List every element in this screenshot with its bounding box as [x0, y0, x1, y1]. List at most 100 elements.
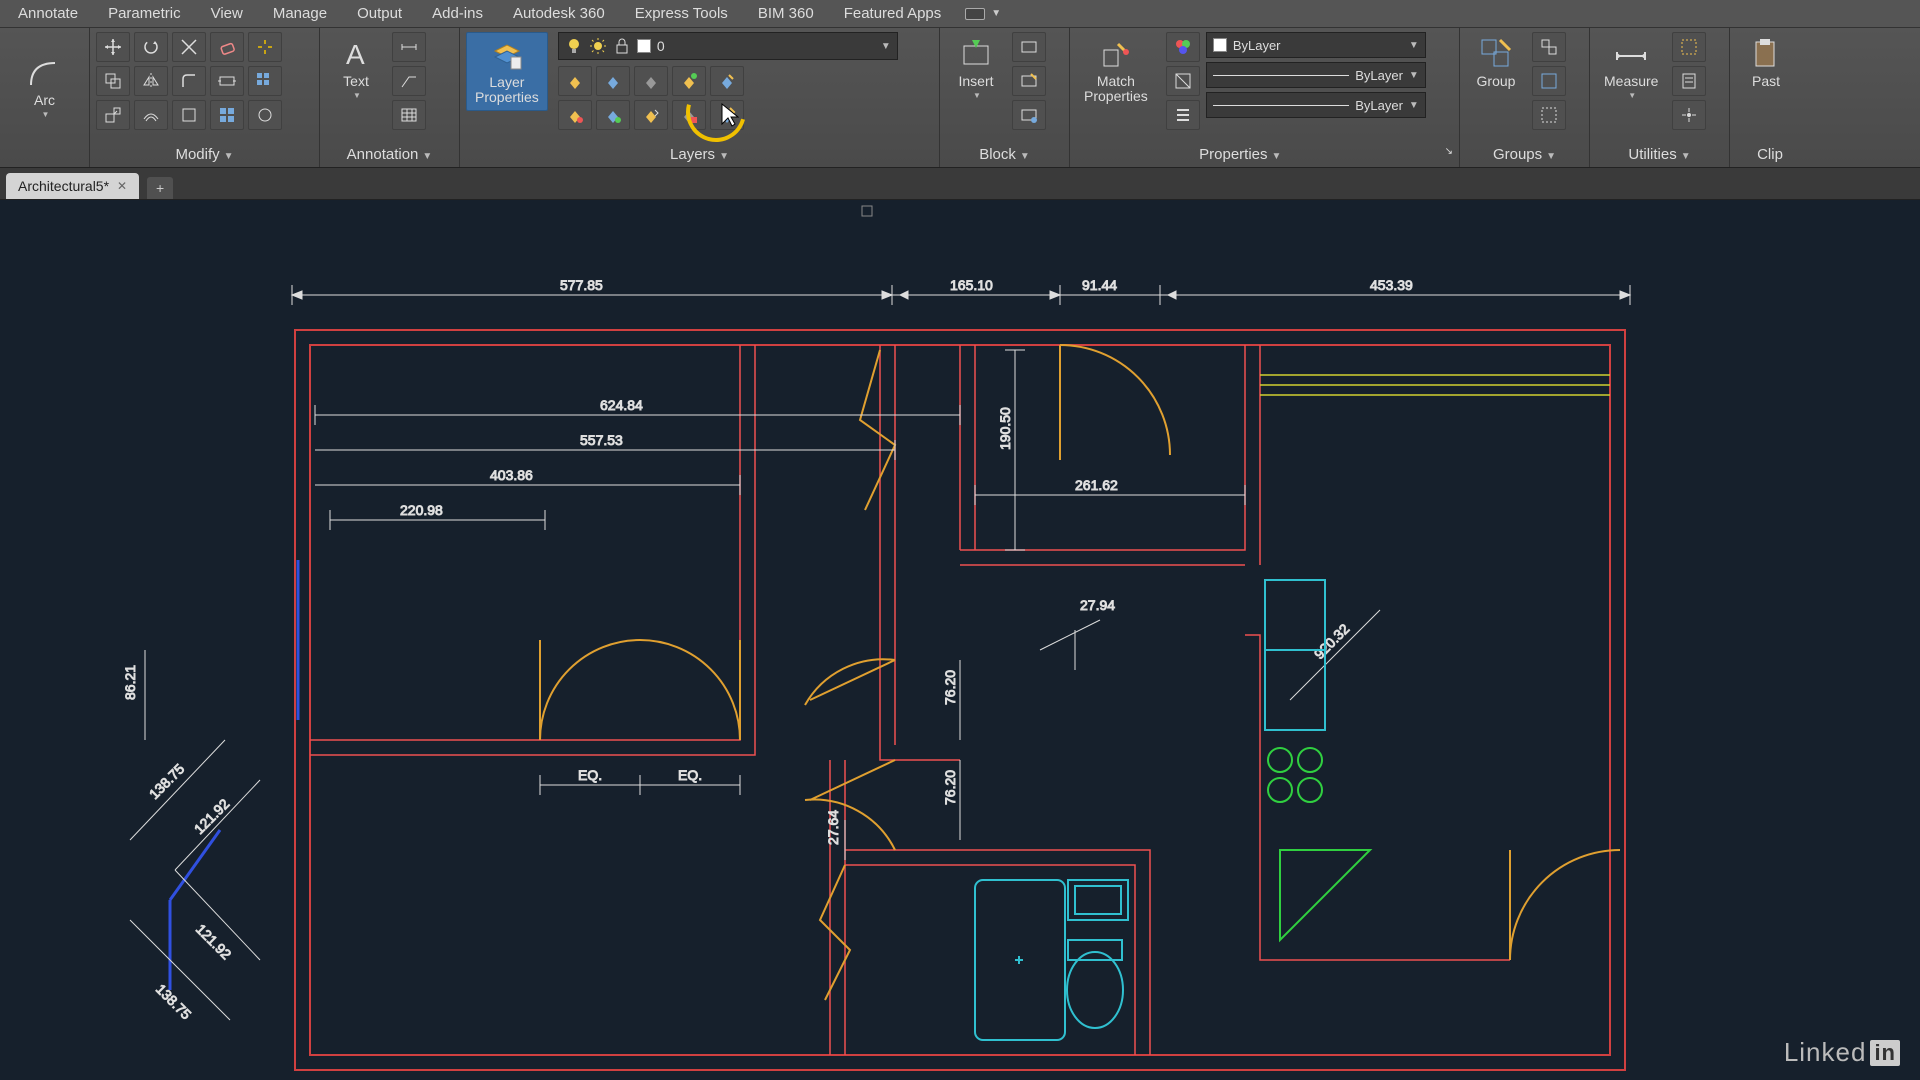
panel-block-title[interactable]: Block▼ — [946, 142, 1063, 167]
dimension-button[interactable] — [392, 32, 426, 62]
color-dropdown[interactable]: ByLayer ▼ — [1206, 32, 1426, 58]
watermark-suffix: in — [1870, 1040, 1900, 1066]
match-properties-button[interactable]: Match Properties — [1076, 32, 1156, 109]
panel-layers-title[interactable]: Layers▼ — [466, 142, 933, 167]
menu-manage[interactable]: Manage — [259, 1, 341, 26]
layer-freeze-button[interactable] — [596, 66, 630, 96]
erase-button[interactable] — [210, 32, 244, 62]
lightbulb-icon — [565, 37, 583, 55]
transparency-button[interactable] — [1166, 66, 1200, 96]
caret-icon: ▼ — [1272, 151, 1282, 162]
layer-match-button[interactable] — [710, 66, 744, 96]
menu-annotate[interactable]: Annotate — [4, 1, 92, 26]
svg-text:EQ.: EQ. — [578, 767, 602, 783]
group-button[interactable]: Group — [1466, 32, 1526, 93]
play-icon[interactable] — [965, 8, 985, 20]
trim-button[interactable] — [172, 32, 206, 62]
modify-more2[interactable] — [210, 100, 244, 130]
layer-tools — [558, 66, 898, 130]
rotate-button[interactable] — [134, 32, 168, 62]
layer-isolate-button[interactable] — [558, 100, 592, 130]
insert-button[interactable]: Insert ▼ — [946, 32, 1006, 104]
panel-clipboard-title[interactable]: Clip — [1736, 142, 1804, 167]
group-icon — [1478, 36, 1514, 72]
panel-groups-title[interactable]: Groups▼ — [1466, 142, 1583, 167]
svg-text:91.44: 91.44 — [1082, 277, 1117, 293]
list-button[interactable] — [1166, 100, 1200, 130]
modify-tools — [96, 32, 282, 130]
menu-express-tools[interactable]: Express Tools — [621, 1, 742, 26]
panel-utilities-title[interactable]: Utilities▼ — [1596, 142, 1723, 167]
group-label: Group — [1477, 74, 1516, 89]
color-picker-button[interactable] — [1166, 32, 1200, 62]
move-button[interactable] — [96, 32, 130, 62]
layer-off-button[interactable] — [558, 66, 592, 96]
layer-make-current-button[interactable] — [672, 66, 706, 96]
offset-button[interactable] — [134, 100, 168, 130]
panel-clipboard: Past Clip — [1730, 28, 1810, 167]
drawing-canvas[interactable]: 577.85 165.10 91.44 453.39 — [0, 200, 1920, 1080]
layer-properties-icon — [489, 37, 525, 73]
menu-view[interactable]: View — [197, 1, 257, 26]
layer-change-button[interactable] — [710, 100, 744, 130]
scale-button[interactable] — [96, 100, 130, 130]
arc-button[interactable]: Arc ▼ — [15, 51, 75, 123]
leader-button[interactable] — [392, 66, 426, 96]
text-button[interactable]: A Text ▼ — [326, 32, 386, 104]
layer-states-button[interactable] — [672, 100, 706, 130]
caret-icon: ▼ — [1681, 151, 1691, 162]
ungroup-button[interactable] — [1532, 32, 1566, 62]
paste-button[interactable]: Past — [1736, 32, 1796, 93]
fillet-button[interactable] — [172, 66, 206, 96]
table-button[interactable] — [392, 100, 426, 130]
point-button[interactable] — [1672, 100, 1706, 130]
panel-draw-title — [6, 142, 83, 167]
array-button[interactable] — [248, 66, 282, 96]
color-value: ByLayer — [1233, 38, 1281, 53]
svg-text:27.64: 27.64 — [825, 810, 841, 845]
sun-icon — [589, 37, 607, 55]
lineweight-dropdown[interactable]: ByLayer ▼ — [1206, 62, 1426, 88]
menu-bim360[interactable]: BIM 360 — [744, 1, 828, 26]
svg-text:165.10: 165.10 — [950, 277, 993, 293]
drawing-svg: 577.85 165.10 91.44 453.39 — [0, 200, 1920, 1080]
menu-autodesk360[interactable]: Autodesk 360 — [499, 1, 619, 26]
menu-dropdown-icon[interactable]: ▼ — [991, 8, 1001, 19]
new-tab-button[interactable]: + — [147, 177, 173, 199]
edit-block-button[interactable] — [1012, 66, 1046, 96]
panel-annotation-title[interactable]: Annotation▼ — [326, 142, 453, 167]
linetype-dropdown[interactable]: ByLayer ▼ — [1206, 92, 1426, 118]
layer-unisolate-button[interactable] — [596, 100, 630, 130]
modify-more1[interactable] — [172, 100, 206, 130]
layer-properties-button[interactable]: Layer Properties — [466, 32, 548, 111]
svg-text:190.50: 190.50 — [997, 407, 1013, 450]
menu-parametric[interactable]: Parametric — [94, 1, 195, 26]
layer-previous-button[interactable] — [634, 100, 668, 130]
panel-properties-title[interactable]: Properties▼↘ — [1076, 142, 1453, 167]
menu-addins[interactable]: Add-ins — [418, 1, 497, 26]
linetype-sample — [1213, 105, 1349, 106]
insert-icon — [958, 36, 994, 72]
panel-annotation: A Text ▼ Annotation▼ — [320, 28, 460, 167]
group-bbox-button[interactable] — [1532, 100, 1566, 130]
select-all-button[interactable] — [1672, 32, 1706, 62]
menu-output[interactable]: Output — [343, 1, 416, 26]
edit-attributes-button[interactable] — [1012, 100, 1046, 130]
layer-dropdown[interactable]: 0 ▼ — [558, 32, 898, 60]
quick-calc-button[interactable] — [1672, 66, 1706, 96]
modify-more3[interactable] — [248, 100, 282, 130]
document-tab-active[interactable]: Architectural5* ✕ — [6, 173, 139, 199]
layer-lock-button[interactable] — [634, 66, 668, 96]
measure-button[interactable]: Measure ▼ — [1596, 32, 1666, 104]
create-block-button[interactable] — [1012, 32, 1046, 62]
close-icon[interactable]: ✕ — [117, 179, 127, 193]
explode-button[interactable] — [248, 32, 282, 62]
group-edit-button[interactable] — [1532, 66, 1566, 96]
menu-featured-apps[interactable]: Featured Apps — [830, 1, 956, 26]
mirror-button[interactable] — [134, 66, 168, 96]
caret-icon: ▼ — [719, 151, 729, 162]
stretch-button[interactable] — [210, 66, 244, 96]
annotation-title-label: Annotation — [347, 146, 419, 163]
panel-modify-title[interactable]: Modify▼ — [96, 142, 313, 167]
copy-button[interactable] — [96, 66, 130, 96]
